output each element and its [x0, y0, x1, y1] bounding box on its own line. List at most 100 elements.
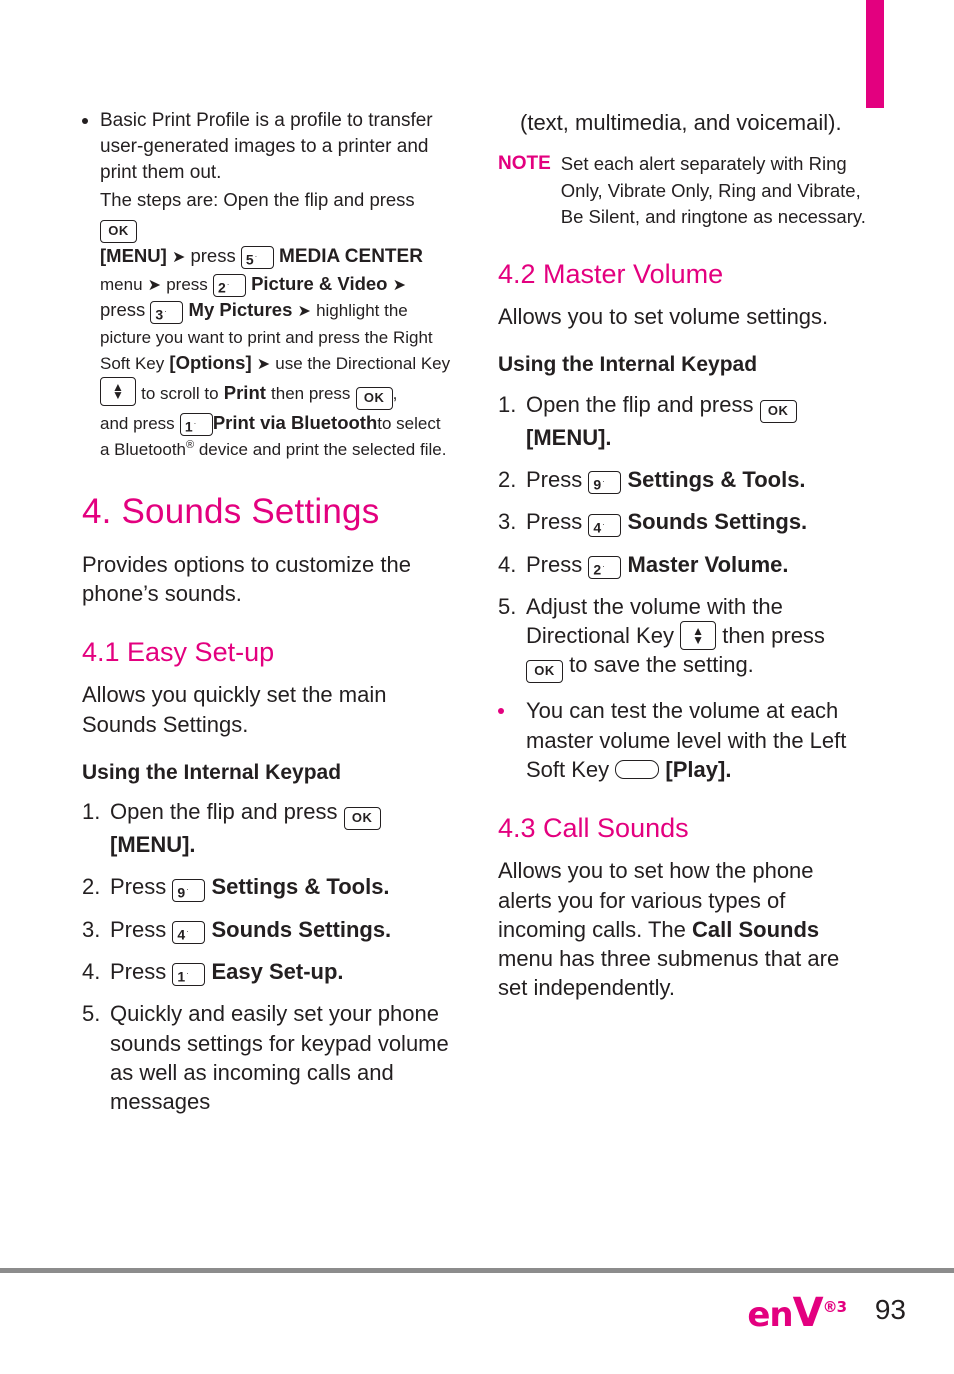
step-text: Open the flip and press	[110, 799, 338, 825]
steps-list-easy-setup: 1. Open the flip and press OK [MENU]. 2.…	[82, 797, 452, 1116]
ok-key-icon-4: OK	[759, 399, 797, 423]
then-press-text: then press	[271, 383, 351, 403]
step-bold-label: Master Volume.	[627, 551, 789, 577]
step-number: 2.	[498, 466, 517, 492]
steps-intro-text: The steps are: Open the flip and press	[100, 188, 415, 210]
registered-mark: ®	[186, 439, 195, 452]
key-2-icon: 2·	[212, 274, 246, 298]
arrow-icon-2: ➤	[147, 274, 162, 294]
list-item: 3. Press 4· Sounds Settings.	[498, 507, 868, 537]
step-text: Press	[526, 509, 583, 535]
section-heading-4-1: 4.1 Easy Set-up	[82, 637, 275, 668]
press-label-3: press	[100, 299, 146, 321]
print-via-bluetooth-label: Print via Bluetooth	[212, 411, 378, 433]
page-number: 93	[874, 1294, 906, 1325]
list-item: 2. Press 9· Settings & Tools.	[498, 465, 868, 495]
section-heading-4-2: 4.2 Master Volume	[498, 259, 724, 290]
step-text: Open the flip and press	[526, 391, 754, 417]
list-item: 1. Open the flip and press OK [MENU].	[498, 390, 868, 452]
step-bold-label: [MENU].	[526, 424, 612, 450]
step-text: Press	[526, 466, 583, 492]
bullet-dot-icon	[82, 117, 88, 124]
options-label: [Options]	[169, 352, 252, 374]
step-mid-text: then press	[722, 623, 825, 649]
bullet-volume-test: You can test the volume at each master v…	[498, 696, 868, 784]
step-number: 2.	[82, 874, 101, 900]
media-center-label: MEDIA CENTER	[279, 245, 423, 267]
step-text: Press	[110, 874, 167, 900]
call-sounds-bold: Call Sounds	[692, 916, 820, 942]
list-item: 5. Adjust the volume with the Directiona…	[498, 592, 868, 684]
bullet-dot-icon-magenta	[498, 707, 504, 714]
logo-superscript: ®3	[822, 1298, 847, 1316]
key-1-icon-2: 1·	[172, 963, 206, 987]
step-bold-label: Settings & Tools.	[627, 466, 806, 492]
ok-key-icon: OK	[100, 219, 137, 243]
subhead-using-internal-keypad-left: Using the Internal Keypad	[82, 760, 342, 784]
footer-divider	[0, 1268, 954, 1273]
note-label: NOTE	[498, 153, 551, 175]
section-heading-4-3: 4.3 Call Sounds	[498, 813, 689, 844]
list-item: 1. Open the flip and press OK [MENU].	[82, 797, 452, 859]
print-label: Print	[223, 381, 266, 403]
manual-page: Basic Print Profile is a profile to tran…	[0, 0, 954, 1374]
step-number: 5.	[498, 593, 517, 619]
scroll-to-text: to scroll to	[141, 383, 219, 403]
step-bold-label: Easy Set-up.	[211, 959, 344, 985]
key-5-icon: 5·	[240, 246, 274, 270]
left-column: Basic Print Profile is a profile to tran…	[82, 108, 452, 1129]
directional-key-icon: ▲ ▼	[100, 376, 136, 406]
key-3-icon: 3·	[150, 300, 184, 324]
step-bold-label: [MENU].	[110, 832, 196, 858]
step-text: Quickly and easily set your phone sounds…	[110, 1001, 449, 1115]
step-number: 1.	[498, 391, 517, 417]
picture-video-label: Picture & Video	[251, 272, 388, 294]
key-4-icon-2: 4·	[588, 513, 622, 537]
bullet-text: Basic Print Profile is a profile to tran…	[100, 110, 433, 184]
brand-logo: enV®3	[747, 1290, 847, 1336]
step-number: 1.	[82, 799, 101, 825]
subhead-using-internal-keypad-right: Using the Internal Keypad	[498, 353, 758, 377]
key-9-icon-2: 9·	[588, 471, 622, 495]
section-4-1-body: Allows you quickly set the main Sounds S…	[82, 682, 387, 737]
chapter-title: 4. Sounds Settings	[82, 491, 380, 531]
key-9-icon: 9·	[172, 878, 206, 902]
step-number: 4.	[82, 959, 101, 985]
arrow-icon-5: ➤	[256, 354, 271, 374]
directional-key-icon-2: ▲ ▼	[680, 621, 717, 651]
step-number: 3.	[82, 916, 101, 942]
key-1-icon: 1·	[179, 413, 213, 437]
note-block: NOTE Set each alert separately with Ring…	[498, 151, 868, 230]
step-number: 4.	[498, 551, 517, 577]
step-text: Press	[110, 959, 167, 985]
right-column: (text, multimedia, and voicemail). NOTE …	[498, 108, 868, 1007]
section-4-3-body: Allows you to set how the phone alerts y…	[498, 856, 868, 1002]
arrow-icon-4: ➤	[297, 301, 311, 321]
step-number: 5.	[82, 1001, 101, 1027]
print-steps-paragraph: The steps are: Open the flip and press O…	[100, 188, 451, 460]
steps-list-master-volume: 1. Open the flip and press OK [MENU]. 2.…	[498, 390, 868, 684]
step-text: Press	[110, 916, 167, 942]
step-text: Press	[526, 551, 583, 577]
and-press-text: and press	[100, 413, 175, 433]
left-soft-key-icon	[615, 759, 660, 779]
key-2-icon-2: 2·	[588, 555, 622, 579]
play-label: [Play].	[665, 756, 732, 782]
key-4-icon: 4·	[172, 921, 206, 945]
arrow-icon: ➤	[171, 246, 186, 266]
menu-label: [MENU]	[100, 244, 167, 266]
continuation-text: (text, multimedia, and voicemail).	[520, 110, 842, 135]
section-4-2-body: Allows you to set volume settings.	[498, 304, 829, 330]
step-bold-label: Settings & Tools.	[211, 874, 390, 900]
section-4-3-text-2: menu has three submenus that are set ind…	[498, 946, 840, 1001]
ok-key-icon-3: OK	[343, 807, 381, 831]
list-item: 3. Press 4· Sounds Settings.	[82, 915, 452, 945]
use-directional-text: use the Directional Key	[275, 354, 451, 374]
my-pictures-label: My Pictures	[188, 299, 293, 321]
ok-key-icon-5: OK	[526, 660, 563, 684]
arrow-icon-3: ➤	[392, 274, 407, 294]
list-item: 4. Press 2· Master Volume.	[498, 550, 868, 579]
step-bold-label: Sounds Settings.	[211, 916, 392, 942]
press-label-2: press	[166, 274, 208, 294]
chapter-intro: Provides options to customize the phone’…	[82, 551, 411, 607]
